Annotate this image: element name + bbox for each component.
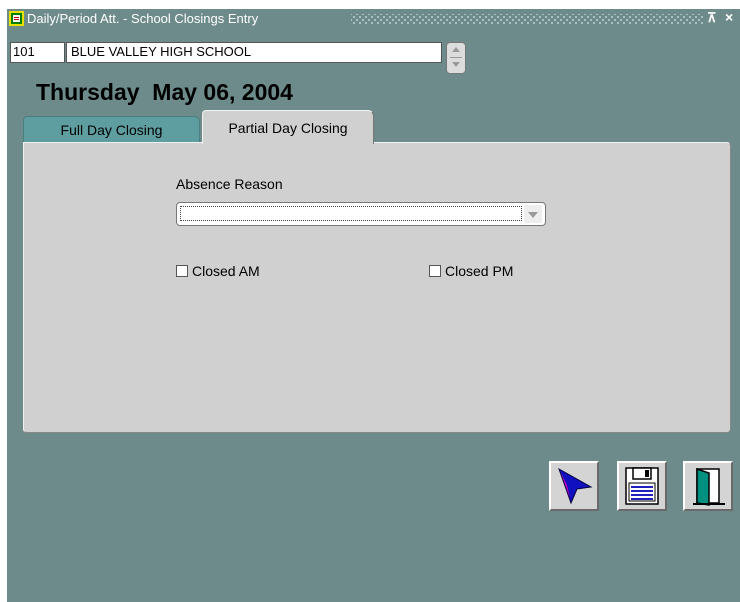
- closed-am-checkbox[interactable]: Closed AM: [176, 263, 260, 279]
- floppy-disk-icon: [625, 467, 659, 505]
- application-icon: [9, 11, 24, 26]
- pointer-arrow-icon: [558, 467, 593, 505]
- school-name-field[interactable]: BLUE VALLEY HIGH SCHOOL: [66, 42, 442, 63]
- exit-button[interactable]: [683, 461, 733, 511]
- restore-window-button[interactable]: ⊼: [707, 10, 717, 26]
- date-heading: Thursday May 06, 2004: [36, 79, 293, 105]
- spinner-up-icon[interactable]: [452, 47, 460, 52]
- spinner-down-icon[interactable]: [452, 62, 460, 67]
- closed-pm-checkbox[interactable]: Closed PM: [429, 263, 513, 279]
- partial-day-closing-panel: Absence Reason Closed AM Closed PM: [23, 142, 731, 433]
- school-code-field[interactable]: 101: [10, 42, 65, 63]
- tab-partial-day-closing[interactable]: Partial Day Closing: [202, 110, 374, 144]
- title-bar[interactable]: Daily/Period Att. - School Closings Entr…: [7, 9, 740, 29]
- close-window-button[interactable]: ×: [725, 9, 733, 25]
- title-bar-pattern: [351, 14, 703, 24]
- spinner-divider: [450, 57, 462, 58]
- exit-door-icon: [693, 467, 725, 506]
- application-window: Daily/Period Att. - School Closings Entr…: [7, 9, 740, 602]
- school-spinner[interactable]: [446, 42, 466, 74]
- closed-pm-label: Closed PM: [445, 263, 514, 279]
- window-title: Daily/Period Att. - School Closings Entr…: [27, 11, 259, 26]
- absence-reason-dropdown[interactable]: [176, 202, 546, 226]
- save-button[interactable]: [617, 461, 667, 511]
- select-button[interactable]: [549, 461, 599, 511]
- tab-full-day-closing[interactable]: Full Day Closing: [23, 116, 200, 143]
- closed-am-checkbox-box[interactable]: [176, 265, 188, 277]
- absence-reason-label: Absence Reason: [176, 176, 283, 192]
- closed-pm-checkbox-box[interactable]: [429, 265, 441, 277]
- closed-am-label: Closed AM: [192, 263, 260, 279]
- absence-reason-value[interactable]: [180, 206, 522, 221]
- chevron-down-icon[interactable]: [528, 212, 538, 218]
